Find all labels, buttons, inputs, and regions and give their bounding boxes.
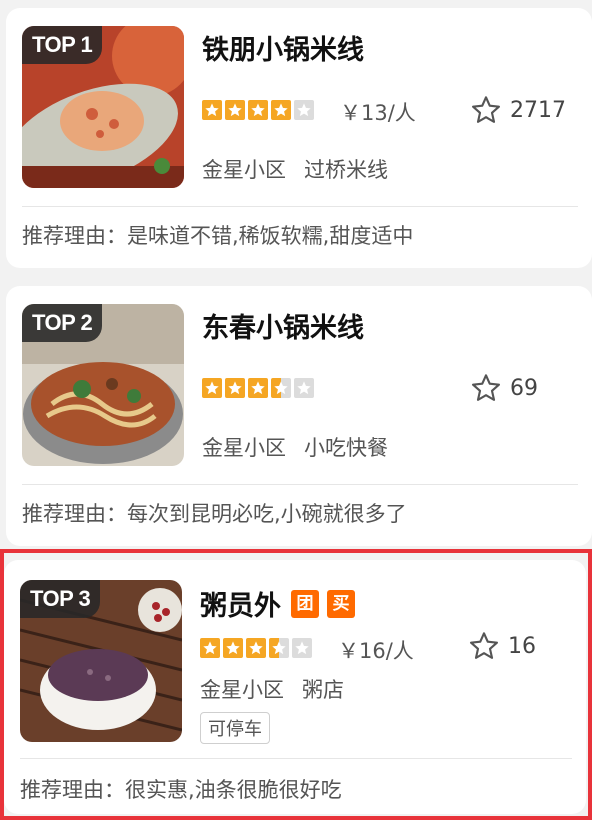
star-filled-icon xyxy=(202,378,222,398)
star-half-icon xyxy=(271,378,291,398)
star-filled-icon xyxy=(271,100,291,120)
divider xyxy=(20,758,572,759)
restaurant-photo[interactable]: TOP 2 xyxy=(22,304,184,466)
category-label[interactable]: 过桥米线 xyxy=(304,154,388,184)
rank-badge: TOP 1 xyxy=(22,26,103,64)
restaurant-card-3[interactable]: TOP 3 粥员外 团 买 ￥16/人 16 金星小区 粥店 可停车 推荐理由：… xyxy=(4,560,586,814)
recommend-reason: 推荐理由：是味道不错,稀饭软糯,甜度适中 xyxy=(22,224,414,248)
category-label[interactable]: 粥店 xyxy=(302,674,344,704)
star-half-icon xyxy=(269,638,289,658)
favorite-button[interactable]: 16 xyxy=(468,630,536,662)
restaurant-name-text: 粥员外 xyxy=(200,591,281,622)
recommend-reason: 推荐理由：很实惠,油条很脆很好吃 xyxy=(20,778,342,802)
restaurant-name[interactable]: 铁朋小锅米线 xyxy=(202,28,364,67)
area-label[interactable]: 金星小区 xyxy=(200,674,284,704)
star-filled-icon xyxy=(200,638,220,658)
favorite-button[interactable]: 2717 xyxy=(470,94,566,126)
star-empty-icon xyxy=(294,100,314,120)
star-empty-icon xyxy=(292,638,312,658)
divider xyxy=(22,206,578,207)
restaurant-name[interactable]: 粥员外 团 买 xyxy=(200,584,355,623)
star-filled-icon xyxy=(225,100,245,120)
restaurant-card-1[interactable]: TOP 1 铁朋小锅米线 ￥13/人 2717 金星小区 过桥米线 推荐理由：是… xyxy=(6,8,592,268)
restaurant-meta: 金星小区 过桥米线 xyxy=(202,154,388,184)
price-per-person: ￥16/人 xyxy=(338,639,414,663)
rank-badge: TOP 2 xyxy=(22,304,103,342)
restaurant-name[interactable]: 东春小锅米线 xyxy=(202,306,364,345)
restaurant-name-text: 东春小锅米线 xyxy=(202,313,364,344)
favorite-count: 69 xyxy=(510,375,538,401)
star-filled-icon xyxy=(248,378,268,398)
star-outline-icon xyxy=(472,96,500,123)
favorite-count: 2717 xyxy=(510,97,566,123)
area-label[interactable]: 金星小区 xyxy=(202,154,286,184)
star-filled-icon xyxy=(202,100,222,120)
parking-feature-tag: 可停车 xyxy=(200,712,270,744)
star-outline-icon xyxy=(470,632,498,659)
buy-tag: 买 xyxy=(327,589,355,618)
group-buy-tag: 团 xyxy=(291,589,319,618)
favorite-button[interactable]: 69 xyxy=(470,372,538,404)
star-filled-icon xyxy=(225,378,245,398)
restaurant-card-2[interactable]: TOP 2 东春小锅米线 69 金星小区 小吃快餐 推荐理由：每次到昆明必吃,小… xyxy=(6,286,592,546)
restaurant-meta: 金星小区 粥店 xyxy=(200,674,344,704)
restaurant-photo[interactable]: TOP 1 xyxy=(22,26,184,188)
star-outline-icon xyxy=(472,374,500,401)
favorite-count: 16 xyxy=(508,633,536,659)
rank-badge: TOP 3 xyxy=(20,580,101,618)
divider xyxy=(22,484,578,485)
star-filled-icon xyxy=(248,100,268,120)
area-label[interactable]: 金星小区 xyxy=(202,432,286,462)
star-filled-icon xyxy=(223,638,243,658)
category-label[interactable]: 小吃快餐 xyxy=(304,432,388,462)
restaurant-meta: 金星小区 小吃快餐 xyxy=(202,432,388,462)
restaurant-name-text: 铁朋小锅米线 xyxy=(202,35,364,66)
rating-stars xyxy=(202,378,314,398)
star-filled-icon xyxy=(246,638,266,658)
star-empty-icon xyxy=(294,378,314,398)
rating-stars xyxy=(200,638,312,658)
recommend-reason: 推荐理由：每次到昆明必吃,小碗就很多了 xyxy=(22,502,407,526)
restaurant-photo[interactable]: TOP 3 xyxy=(20,580,182,742)
price-per-person: ￥13/人 xyxy=(340,101,416,125)
rating-stars xyxy=(202,100,314,120)
